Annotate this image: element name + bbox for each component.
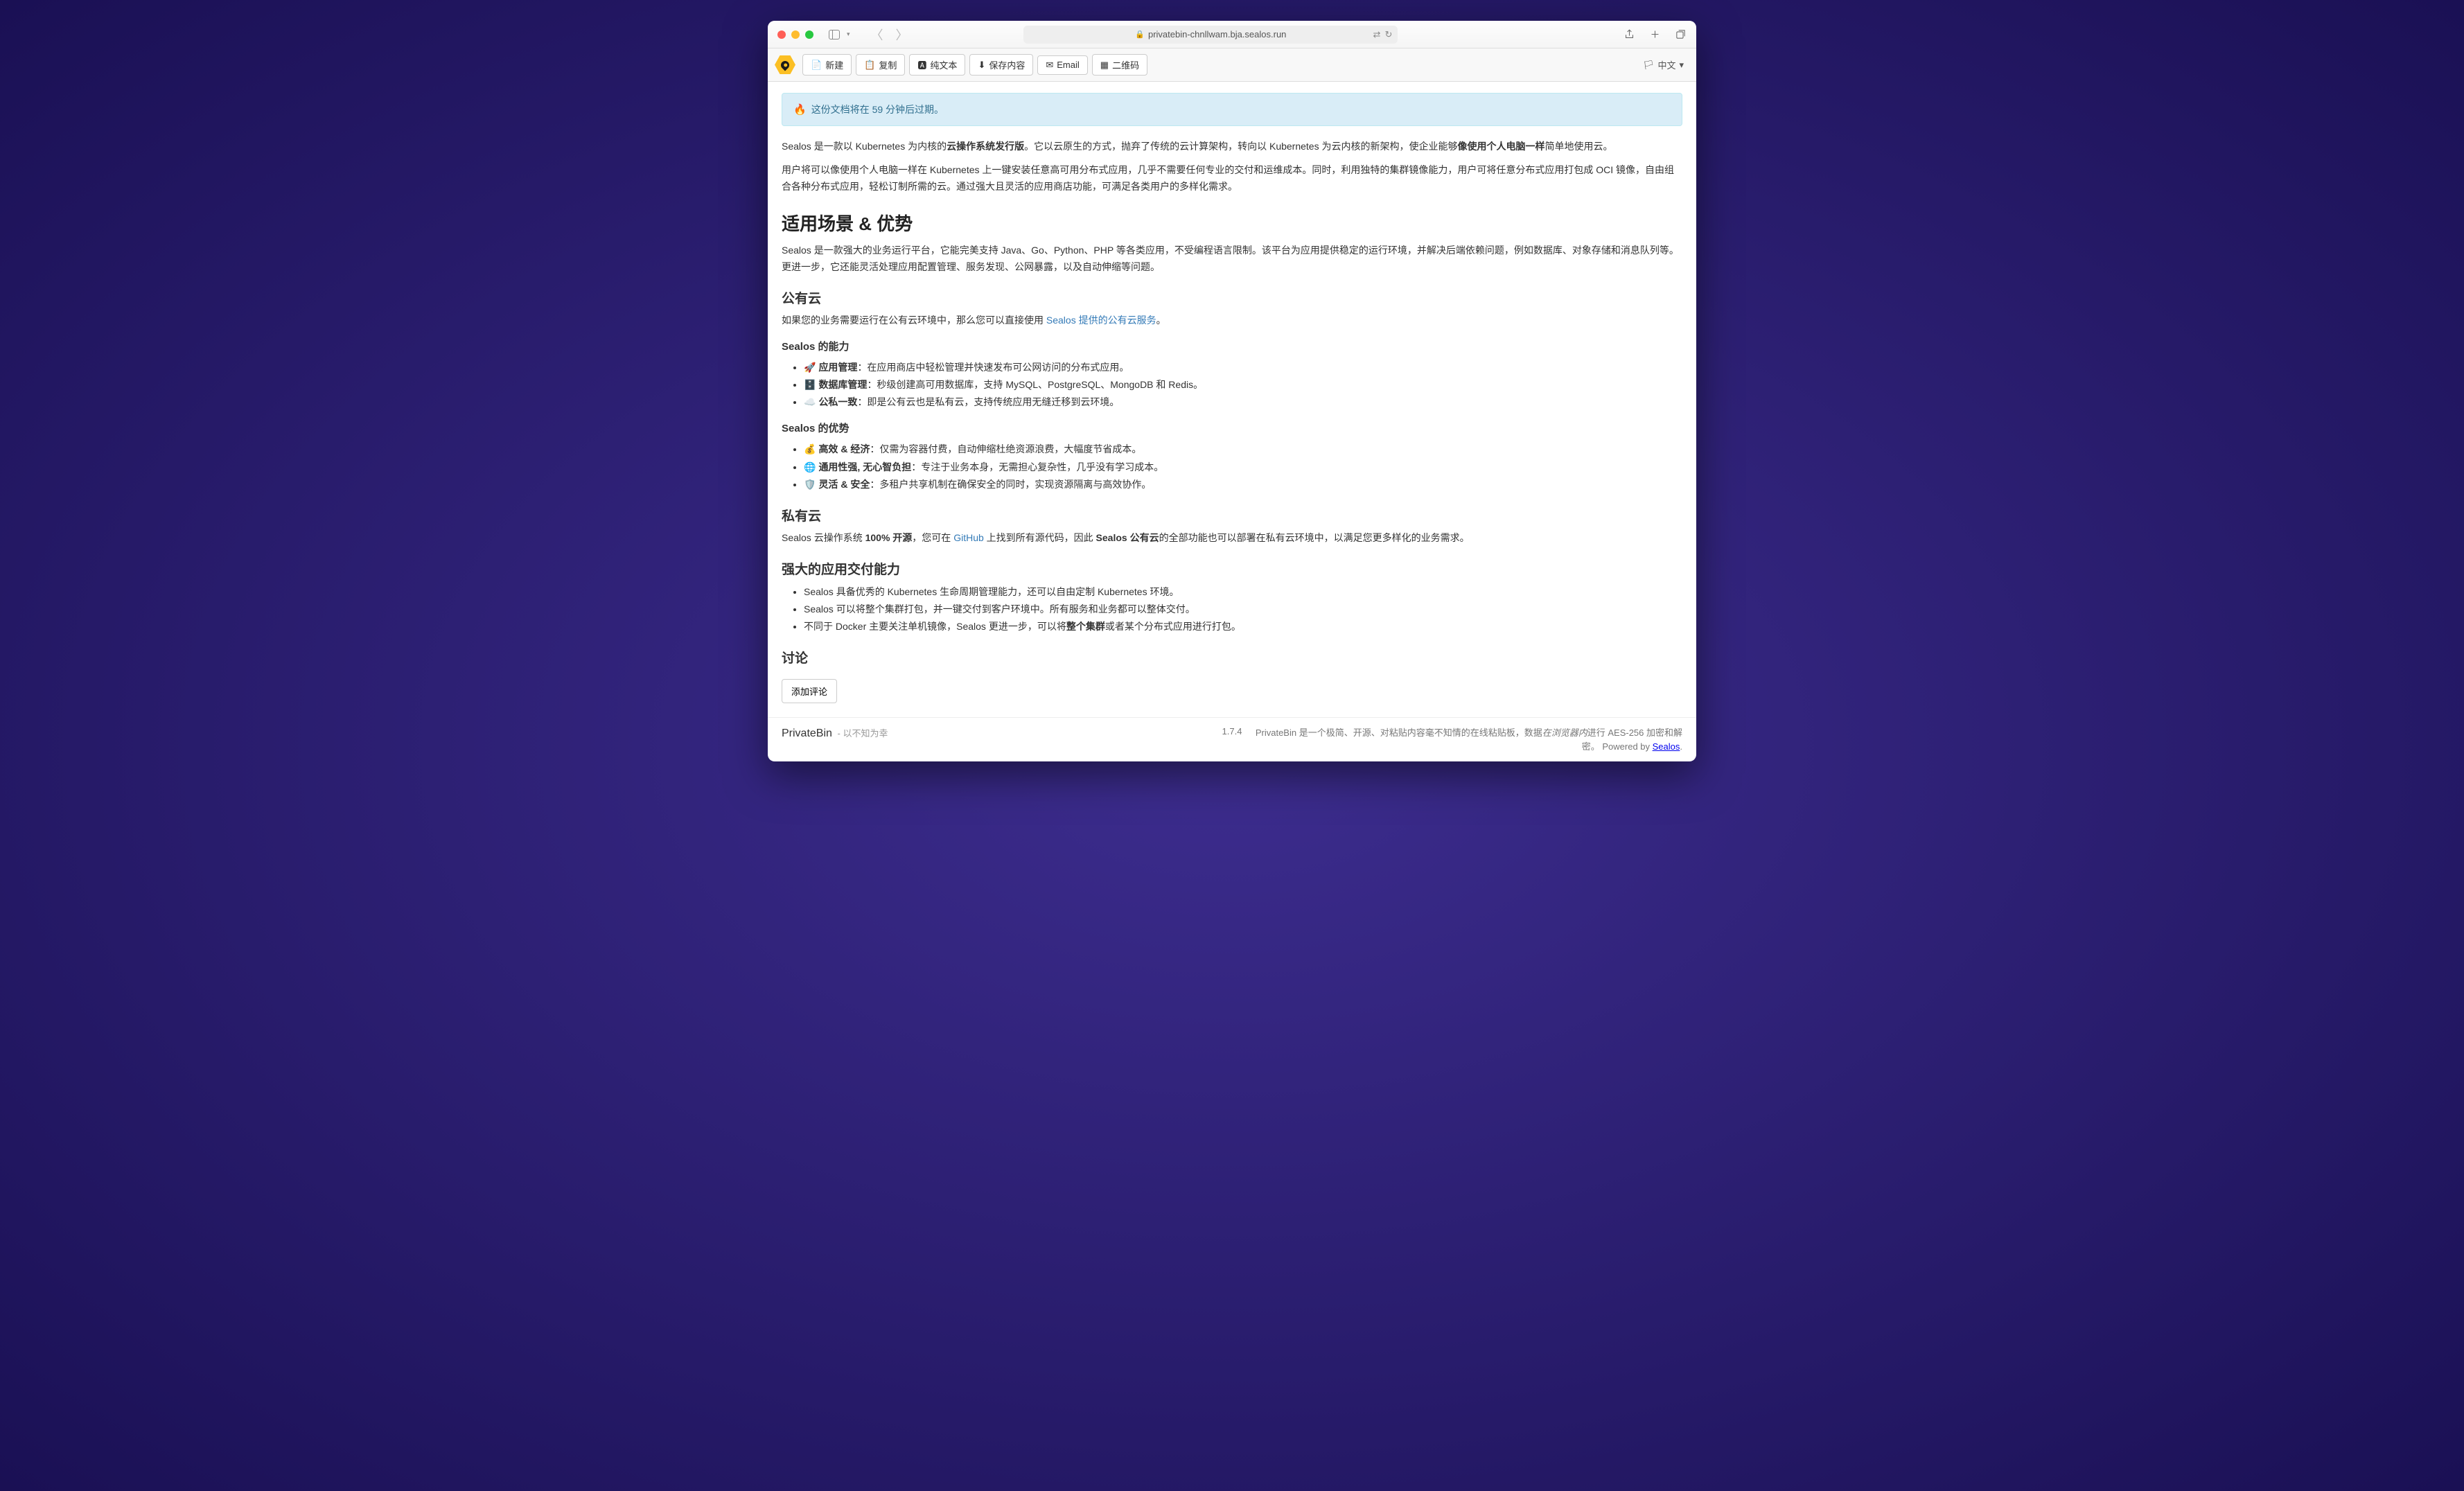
download-icon: ⬇ <box>978 60 985 71</box>
text-icon: 🅰 <box>917 58 926 71</box>
list-item: 🌐通用性强, 无心智负担：专注于业务本身，无需担心复杂性，几乎没有学习成本。 <box>804 459 1682 476</box>
list-item: 不同于 Docker 主要关注单机镜像，Sealos 更进一步，可以将整个集群或… <box>804 618 1682 635</box>
qrcode-icon: ▦ <box>1100 60 1109 71</box>
save-button[interactable]: ⬇保存内容 <box>969 54 1033 76</box>
close-window-button[interactable] <box>777 30 786 39</box>
new-tab-icon[interactable] <box>1649 28 1661 40</box>
address-bar[interactable]: 🔒 privatebin-chnllwam.bja.sealos.run ⇄ ↻ <box>1023 26 1398 44</box>
list-item: 🛡️灵活 & 安全：多租户共享机制在确保安全的同时，实现资源隔离与高效协作。 <box>804 476 1682 493</box>
database-icon: 🗄️ <box>804 379 816 390</box>
qrcode-button[interactable]: ▦二维码 <box>1092 54 1147 76</box>
reload-icon[interactable]: ↻ <box>1384 29 1392 40</box>
heading-private-cloud: 私有云 <box>782 506 1682 524</box>
list-item: 🗄️数据库管理：秒级创建高可用数据库，支持 MySQL、PostgreSQL、M… <box>804 376 1682 394</box>
intro-paragraph-1: Sealos 是一款以 Kubernetes 为内核的云操作系统发行版。它以云原… <box>782 139 1682 155</box>
sealos-public-cloud-link[interactable]: Sealos 提供的公有云服务 <box>1046 315 1156 326</box>
list-item: Sealos 具备优秀的 Kubernetes 生命周期管理能力，还可以自由定制… <box>804 583 1682 601</box>
maximize-window-button[interactable] <box>805 30 813 39</box>
translate-icon[interactable]: ⇄ <box>1373 29 1381 40</box>
scenarios-paragraph: Sealos 是一款强大的业务运行平台，它能完美支持 Java、Go、Pytho… <box>782 242 1682 276</box>
nav-arrows: 〈 〉 <box>871 26 908 44</box>
window-controls <box>777 30 813 39</box>
footer-brand: PrivateBin <box>782 727 832 739</box>
footer-motto: - 以不知为幸 <box>835 728 888 739</box>
fire-icon: 🔥 <box>793 103 807 116</box>
add-comment-button[interactable]: 添加评论 <box>782 679 837 703</box>
advantages-list: 💰高效 & 经济：仅需为容器付费，自动伸缩杜绝资源浪费，大幅度节省成本。 🌐通用… <box>782 441 1682 493</box>
new-button[interactable]: 📄新建 <box>802 54 852 76</box>
privatebin-logo[interactable] <box>775 55 795 76</box>
expiry-alert: 🔥 这份文档将在 59 分钟后过期。 <box>782 93 1682 126</box>
browser-titlebar: ▾ 〈 〉 🔒 privatebin-chnllwam.bja.sealos.r… <box>768 21 1696 48</box>
heading-advantages: Sealos 的优势 <box>782 421 1682 435</box>
private-cloud-paragraph: Sealos 云操作系统 100% 开源，您可在 GitHub 上找到所有源代码… <box>782 530 1682 547</box>
document-body: Sealos 是一款以 Kubernetes 为内核的云操作系统发行版。它以云原… <box>782 139 1682 703</box>
content-area: 🔥 这份文档将在 59 分钟后过期。 Sealos 是一款以 Kubernete… <box>768 82 1696 717</box>
chevron-down-icon[interactable]: ▾ <box>847 30 850 38</box>
plaintext-button[interactable]: 🅰纯文本 <box>909 54 965 76</box>
heading-delivery: 强大的应用交付能力 <box>782 559 1682 578</box>
github-link[interactable]: GitHub <box>953 532 984 543</box>
list-item: 💰高效 & 经济：仅需为容器付费，自动伸缩杜绝资源浪费，大幅度节省成本。 <box>804 441 1682 458</box>
heading-public-cloud: 公有云 <box>782 288 1682 307</box>
browser-window: ▾ 〈 〉 🔒 privatebin-chnllwam.bja.sealos.r… <box>768 21 1696 761</box>
app-toolbar: 📄新建 📋复制 🅰纯文本 ⬇保存内容 ✉Email ▦二维码 🏳 中文 ▾ <box>768 48 1696 82</box>
footer: PrivateBin - 以不知为幸 1.7.4 PrivateBin 是一个极… <box>768 717 1696 761</box>
heading-scenarios: 适用场景 & 优势 <box>782 210 1682 236</box>
footer-description: PrivateBin 是一个极简、开源、对粘贴内容毫不知情的在线粘贴板，数据在浏… <box>1253 726 1682 753</box>
money-icon: 💰 <box>804 443 816 455</box>
flag-icon: 🏳 <box>1643 60 1655 71</box>
sealos-link[interactable]: Sealos <box>1653 741 1680 752</box>
file-icon: 📄 <box>811 60 822 71</box>
lock-icon: 🔒 <box>1135 30 1145 39</box>
delivery-list: Sealos 具备优秀的 Kubernetes 生命周期管理能力，还可以自由定制… <box>782 583 1682 636</box>
heading-abilities: Sealos 的能力 <box>782 339 1682 353</box>
cloud-icon: ☁️ <box>804 396 816 407</box>
heading-discussion: 讨论 <box>782 648 1682 667</box>
forward-button[interactable]: 〉 <box>896 26 908 44</box>
alert-text: 这份文档将在 59 分钟后过期。 <box>811 103 944 116</box>
list-item: Sealos 可以将整个集群打包，并一键交付到客户环境中。所有服务和业务都可以整… <box>804 601 1682 618</box>
intro-paragraph-2: 用户将可以像使用个人电脑一样在 Kubernetes 上一键安装任意高可用分布式… <box>782 162 1682 195</box>
shield-icon: 🛡️ <box>804 479 816 490</box>
email-button[interactable]: ✉Email <box>1037 55 1087 75</box>
browser-right-icons <box>1623 28 1687 40</box>
language-switcher[interactable]: 🏳 中文 ▾ <box>1637 55 1689 74</box>
back-button[interactable]: 〈 <box>871 26 883 44</box>
list-item: 🚀应用管理：在应用商店中轻松管理并快速发布可公网访问的分布式应用。 <box>804 359 1682 376</box>
copy-button[interactable]: 📋复制 <box>856 54 905 76</box>
share-icon[interactable] <box>1623 28 1635 40</box>
envelope-icon: ✉ <box>1046 60 1053 71</box>
globe-icon: 🌐 <box>804 461 816 473</box>
tabs-icon[interactable] <box>1675 28 1687 40</box>
footer-version: 1.7.4 <box>1222 726 1242 736</box>
list-item: ☁️公私一致：即是公有云也是私有云，支持传统应用无缝迁移到云环境。 <box>804 394 1682 411</box>
public-cloud-paragraph: 如果您的业务需要运行在公有云环境中，那么您可以直接使用 Sealos 提供的公有… <box>782 312 1682 329</box>
abilities-list: 🚀应用管理：在应用商店中轻松管理并快速发布可公网访问的分布式应用。 🗄️数据库管… <box>782 359 1682 412</box>
rocket-icon: 🚀 <box>804 362 816 373</box>
minimize-window-button[interactable] <box>791 30 800 39</box>
caret-down-icon: ▾ <box>1679 60 1684 71</box>
url-text: privatebin-chnllwam.bja.sealos.run <box>1148 29 1286 39</box>
sidebar-toggle-icon[interactable] <box>829 30 840 39</box>
copy-icon: 📋 <box>864 60 875 71</box>
